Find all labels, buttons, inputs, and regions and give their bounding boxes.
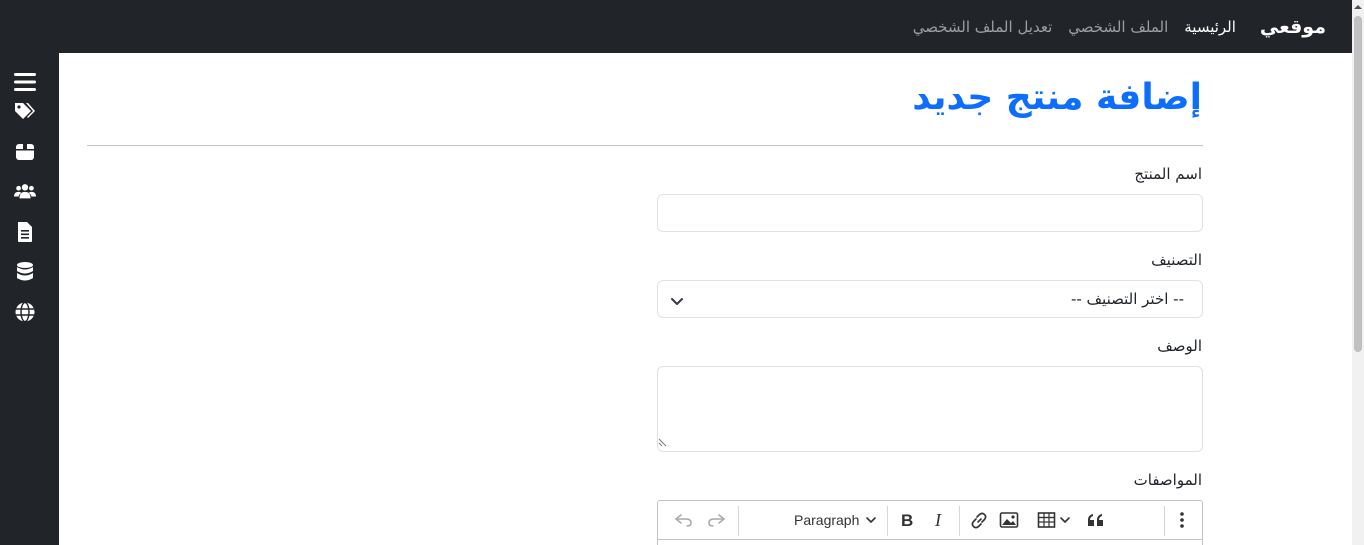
top-navbar: موقعي الرئيسية الملف الشخصي تعديل الملف … xyxy=(0,0,1352,53)
category-select[interactable]: -- اختر التصنيف -- xyxy=(657,280,1203,318)
quote-icon[interactable] xyxy=(1087,509,1105,531)
main-content: إضافة منتج جديد اسم المنتج التصنيف -- اخ… xyxy=(59,53,1352,545)
nav-link-edit-profile[interactable]: تعديل الملف الشخصي xyxy=(913,18,1053,36)
specs-label: المواصفات xyxy=(1133,471,1202,489)
paragraph-dropdown[interactable]: Paragraph xyxy=(794,509,877,531)
bold-icon[interactable]: B xyxy=(898,509,916,531)
chevron-down-icon xyxy=(670,292,684,311)
category-selected-value: -- اختر التصنيف -- xyxy=(1070,290,1184,308)
product-name-input[interactable] xyxy=(657,194,1203,232)
page-title: إضافة منتج جديد xyxy=(912,77,1202,118)
sidebar xyxy=(0,53,59,545)
italic-icon[interactable]: I xyxy=(931,509,949,531)
redo-icon[interactable] xyxy=(706,509,726,531)
product-name-label: اسم المنتج xyxy=(1134,165,1202,183)
users-icon[interactable] xyxy=(14,180,36,202)
globe-icon[interactable] xyxy=(14,301,36,323)
menu-icon[interactable] xyxy=(14,71,36,93)
divider xyxy=(87,145,1203,146)
box-icon[interactable] xyxy=(14,141,36,163)
specs-editor-area[interactable] xyxy=(657,539,1203,545)
resize-grip-icon[interactable] xyxy=(658,432,668,451)
scrollbar-thumb[interactable] xyxy=(1354,16,1362,352)
table-icon[interactable] xyxy=(1037,509,1073,531)
tags-icon[interactable] xyxy=(14,100,36,122)
undo-icon[interactable] xyxy=(674,509,694,531)
link-icon[interactable] xyxy=(969,509,989,531)
paragraph-label: Paragraph xyxy=(794,512,860,528)
description-textarea[interactable] xyxy=(657,366,1203,452)
editor-toolbar: Paragraph B I xyxy=(657,500,1203,540)
toolbar-separator xyxy=(1164,506,1165,536)
file-icon[interactable] xyxy=(14,221,36,243)
svg-text:B: B xyxy=(901,511,913,529)
image-icon[interactable] xyxy=(999,509,1019,531)
svg-text:I: I xyxy=(934,511,942,529)
scroll-up-arrow-icon[interactable] xyxy=(1352,0,1364,14)
description-label: الوصف xyxy=(1157,337,1202,355)
toolbar-separator xyxy=(959,506,960,536)
toolbar-separator xyxy=(887,506,888,536)
brand-logo[interactable]: موقعي xyxy=(1260,16,1326,38)
category-label: التصنيف xyxy=(1151,251,1202,269)
more-icon[interactable] xyxy=(1174,509,1190,531)
nav-link-profile[interactable]: الملف الشخصي xyxy=(1068,18,1168,36)
database-icon[interactable] xyxy=(14,261,36,283)
nav-link-home[interactable]: الرئيسية xyxy=(1184,18,1236,36)
toolbar-separator xyxy=(738,506,739,536)
